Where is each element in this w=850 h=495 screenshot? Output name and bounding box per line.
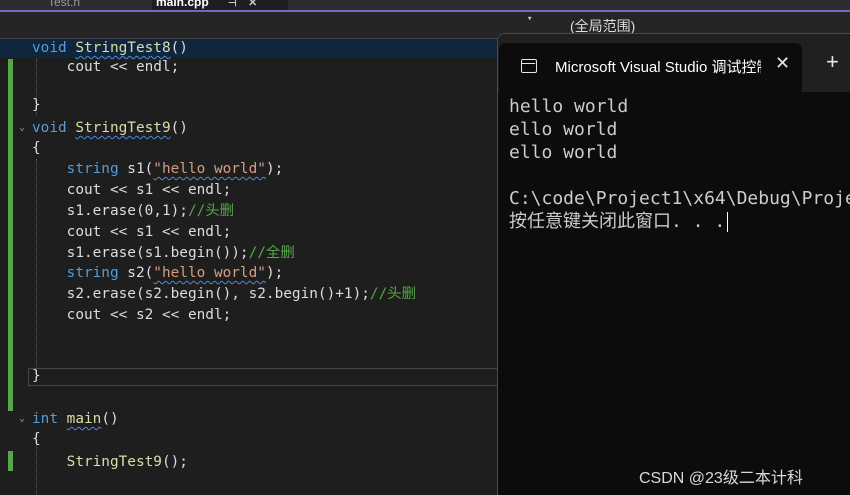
code-text: s1.erase(0,1); <box>32 203 188 219</box>
code-line: string s2("hello world"); <box>0 263 500 283</box>
debug-console-window[interactable]: Microsoft Visual Studio 调试控制台 ✕ + hello … <box>497 33 850 495</box>
code-line: void StringTest8() <box>0 39 500 58</box>
close-icon[interactable]: ✕ <box>775 53 790 74</box>
comment: //头删 <box>369 286 417 302</box>
code-line: void StringTest9() <box>0 118 500 138</box>
code-line: cout << s1 << endl; <box>0 180 500 200</box>
console-prompt: 按任意键关闭此窗口. . . <box>509 211 726 232</box>
punctuation: () <box>170 40 188 56</box>
code-line: s2.erase(s2.begin(), s2.begin()+1);//头删 <box>0 284 500 304</box>
code-text: cout << endl; <box>32 59 180 75</box>
keyword: string <box>66 265 119 281</box>
code-line: cout << endl; <box>0 57 500 77</box>
keyword: void <box>32 40 67 56</box>
document-tab-strip: Test.h main.cpp ⊣ ✕ <box>0 0 850 12</box>
function-name: StringTest9 <box>75 120 171 136</box>
code-text: { <box>32 140 41 156</box>
function-name: main <box>66 411 102 427</box>
comment: //全删 <box>248 245 295 261</box>
console-line: 按任意键关闭此窗口. . . <box>509 210 850 233</box>
function-name: StringTest8 <box>75 40 171 56</box>
code-line: string s1("hello world"); <box>0 159 500 179</box>
console-tab-title: Microsoft Visual Studio 调试控制台 <box>555 59 761 76</box>
chevron-down-icon[interactable]: ▾ <box>527 14 532 24</box>
function-name: StringTest9 <box>66 454 162 470</box>
code-text: cout << s2 << endl; <box>32 307 232 323</box>
code-text: s2.erase(s2.begin(), s2.begin()+1); <box>32 286 370 302</box>
tab-test-h[interactable]: Test.h <box>48 0 80 10</box>
code-line: int main() <box>0 409 500 429</box>
console-titlebar[interactable]: Microsoft Visual Studio 调试控制台 ✕ + <box>498 34 850 92</box>
string-literal: "hello world" <box>153 265 266 281</box>
console-tab[interactable]: Microsoft Visual Studio 调试控制台 ✕ <box>499 43 802 92</box>
code-line: { <box>0 138 500 158</box>
keyword: string <box>66 161 119 177</box>
tab-label: Test.h <box>48 0 81 9</box>
punctuation: () <box>170 120 188 136</box>
tab-label: main.cpp <box>156 0 209 9</box>
code-text: s2( <box>118 265 154 281</box>
close-icon[interactable]: ✕ <box>248 0 257 9</box>
code-line: } <box>0 366 500 386</box>
code-editor[interactable]: ⌄ ⌄ void StringTest8() cout << endl; } v… <box>0 39 500 494</box>
keyword: void <box>32 120 67 136</box>
console-line: ello world <box>509 119 618 140</box>
code-text: s1( <box>118 161 154 177</box>
punctuation: ); <box>265 265 284 281</box>
punctuation: ); <box>265 161 284 177</box>
code-text: } <box>32 368 41 384</box>
code-text: } <box>32 97 41 113</box>
code-line: { <box>0 429 500 449</box>
string-literal: "hello world" <box>153 161 266 177</box>
code-line: cout << s1 << endl; <box>0 222 500 242</box>
console-line: C:\code\Project1\x64\Debug\Project1.exe <box>509 188 850 209</box>
console-output[interactable]: hello world ello world ello world C:\cod… <box>509 95 850 233</box>
console-line: hello world <box>509 96 629 117</box>
tab-main-cpp[interactable]: main.cpp ⊣ ✕ <box>152 0 288 10</box>
comment: //头删 <box>187 203 235 219</box>
code-text: cout << s1 << endl; <box>32 224 232 240</box>
watermark: CSDN @23级二本计科 <box>639 470 803 487</box>
text-cursor <box>727 212 729 232</box>
code-text: s1.erase(s1.begin()); <box>32 245 249 261</box>
terminal-icon <box>521 59 537 73</box>
keyword: int <box>32 411 58 427</box>
pin-icon[interactable]: ⊣ <box>228 0 237 9</box>
code-line: s1.erase(0,1);//头删 <box>0 201 500 221</box>
punctuation: () <box>101 411 119 427</box>
console-line: ello world <box>509 142 618 163</box>
code-text: cout << s1 << endl; <box>32 182 232 198</box>
new-tab-button[interactable]: + <box>826 51 839 73</box>
punctuation: (); <box>161 454 188 470</box>
code-text: { <box>32 431 41 447</box>
code-line: cout << s2 << endl; <box>0 305 500 325</box>
code-line: StringTest9(); <box>0 452 500 472</box>
code-line: s1.erase(s1.begin());//全删 <box>0 243 500 263</box>
code-line: } <box>0 95 500 115</box>
